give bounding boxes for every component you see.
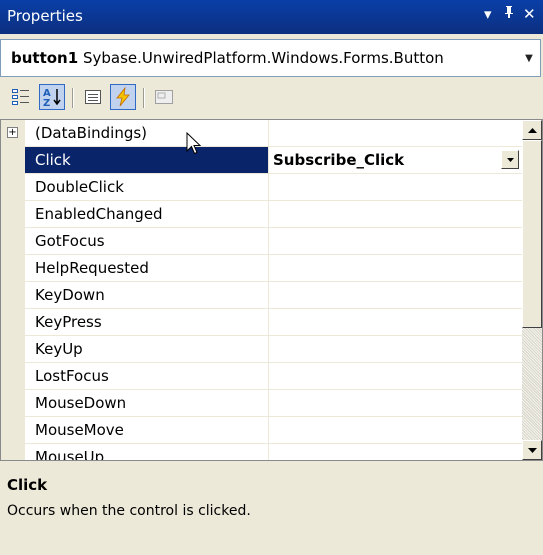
property-row[interactable]: EnabledChanged	[1, 201, 522, 228]
object-name: button1	[11, 49, 79, 67]
scroll-up-button[interactable]	[522, 120, 542, 140]
properties-button[interactable]	[80, 84, 106, 110]
events-button[interactable]	[110, 84, 136, 110]
property-row[interactable]: Click Subscribe_Click	[1, 147, 522, 174]
categorized-icon	[12, 89, 29, 105]
object-selector-label: button1 Sybase.UnwiredPlatform.Windows.F…	[11, 49, 444, 67]
property-pages-icon	[155, 90, 173, 104]
title-bar: Properties ▾ ✕	[0, 0, 543, 34]
property-name[interactable]: KeyPress	[25, 309, 269, 335]
properties-icon	[85, 90, 101, 104]
toolbar-separator	[143, 88, 145, 108]
categorized-button[interactable]	[8, 84, 34, 110]
property-value[interactable]	[269, 417, 522, 443]
svg-text:Z: Z	[43, 98, 50, 108]
property-row[interactable]: MouseUp	[1, 444, 522, 460]
scroll-thumb[interactable]	[522, 140, 542, 328]
pin-icon[interactable]	[503, 5, 515, 23]
arrow-up-icon	[527, 127, 537, 133]
mouse-pointer-icon	[186, 132, 202, 155]
property-value[interactable]	[269, 390, 522, 416]
expand-icon[interactable]: +	[7, 127, 18, 138]
property-value[interactable]	[269, 282, 522, 308]
alphabetical-icon: A Z	[43, 88, 61, 108]
property-name[interactable]: KeyDown	[25, 282, 269, 308]
toolbar-separator	[72, 88, 74, 108]
description-title: Click	[7, 476, 48, 494]
properties-toolbar: A Z	[0, 80, 543, 116]
property-value[interactable]	[269, 363, 522, 389]
vertical-scrollbar[interactable]	[522, 120, 542, 460]
property-value[interactable]	[269, 309, 522, 335]
object-type: Sybase.UnwiredPlatform.Windows.Forms.But…	[82, 49, 444, 67]
property-grid: + (DataBindings) Click Subscribe_Click Doubl…	[0, 119, 543, 461]
arrow-down-icon	[506, 157, 514, 162]
property-name[interactable]: HelpRequested	[25, 255, 269, 281]
property-name[interactable]: MouseDown	[25, 390, 269, 416]
property-name[interactable]: (DataBindings)	[25, 120, 269, 146]
property-value[interactable]	[269, 120, 522, 146]
property-name[interactable]: EnabledChanged	[25, 201, 269, 227]
property-row[interactable]: MouseDown	[1, 390, 522, 417]
property-name[interactable]: LostFocus	[25, 363, 269, 389]
property-value[interactable]	[269, 444, 522, 460]
arrow-down-icon	[527, 447, 537, 453]
property-name[interactable]: Click	[25, 147, 269, 173]
description-text: Occurs when the control is clicked.	[7, 503, 251, 519]
property-value[interactable]	[269, 336, 522, 362]
property-row[interactable]: DoubleClick	[1, 174, 522, 201]
scroll-down-button[interactable]	[522, 440, 542, 460]
property-value[interactable]	[269, 255, 522, 281]
property-row[interactable]: GotFocus	[1, 228, 522, 255]
property-row[interactable]: KeyPress	[1, 309, 522, 336]
events-icon	[116, 87, 130, 107]
properties-window: Properties ▾ ✕ button1 Sybase.UnwiredPla…	[0, 0, 543, 555]
property-row[interactable]: HelpRequested	[1, 255, 522, 282]
property-row[interactable]: + (DataBindings)	[1, 120, 522, 147]
value-dropdown-button[interactable]	[501, 150, 519, 169]
object-selector-dropdown-icon[interactable]: ▼	[520, 42, 538, 74]
property-value[interactable]	[269, 201, 522, 227]
close-icon[interactable]: ✕	[523, 5, 536, 23]
property-value[interactable]	[269, 174, 522, 200]
property-value[interactable]: Subscribe_Click	[269, 147, 522, 173]
property-row[interactable]: KeyDown	[1, 282, 522, 309]
property-pages-button[interactable]	[151, 84, 177, 110]
alphabetical-button[interactable]: A Z	[39, 84, 65, 110]
property-row[interactable]: MouseMove	[1, 417, 522, 444]
window-title: Properties	[7, 7, 83, 25]
window-menu-dropdown-icon[interactable]: ▾	[484, 5, 492, 23]
property-name[interactable]: MouseUp	[25, 444, 269, 460]
object-selector[interactable]: button1 Sybase.UnwiredPlatform.Windows.F…	[0, 39, 541, 77]
property-name[interactable]: DoubleClick	[25, 174, 269, 200]
property-name[interactable]: KeyUp	[25, 336, 269, 362]
property-row[interactable]: KeyUp	[1, 336, 522, 363]
property-name[interactable]: GotFocus	[25, 228, 269, 254]
property-name[interactable]: MouseMove	[25, 417, 269, 443]
property-row[interactable]: LostFocus	[1, 363, 522, 390]
description-pane: Click Occurs when the control is clicked…	[0, 470, 543, 555]
property-value[interactable]	[269, 228, 522, 254]
